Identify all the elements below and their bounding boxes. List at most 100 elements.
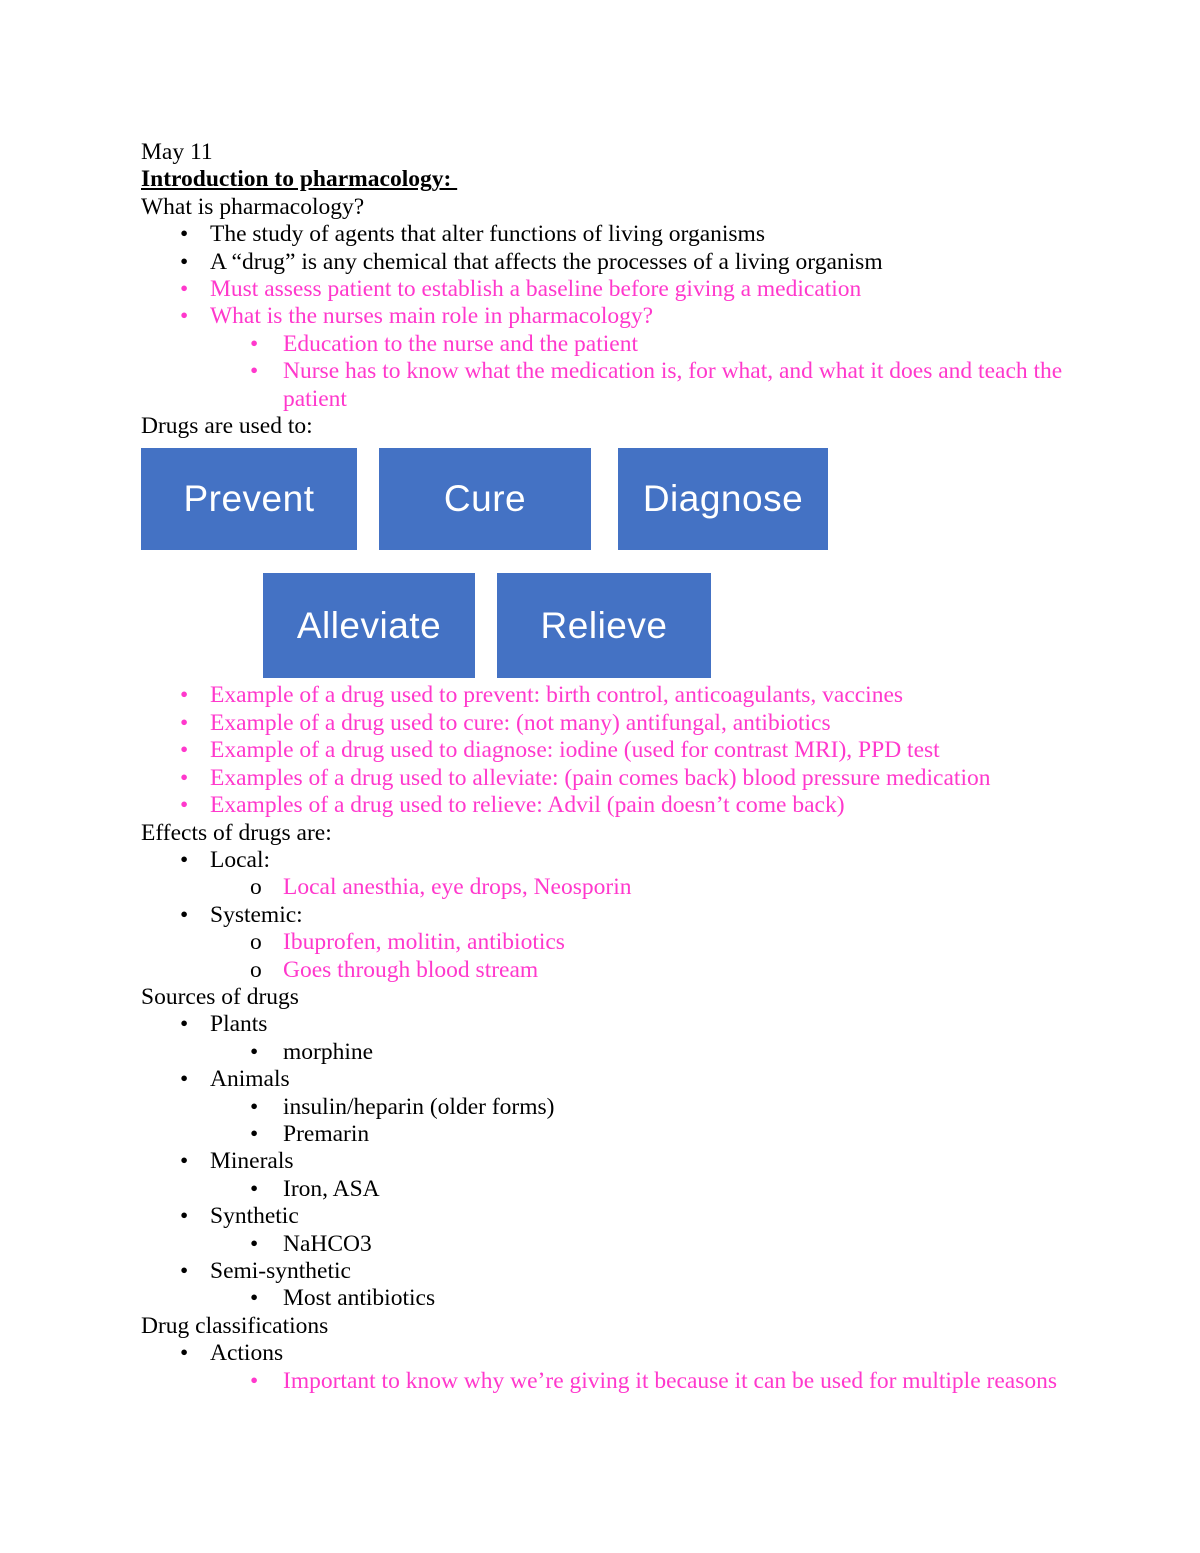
bullet-icon: • bbox=[180, 792, 189, 819]
classifications-label: Drug classifications bbox=[141, 1312, 329, 1339]
list-item: • What is the nurses main role in pharma… bbox=[141, 303, 1091, 330]
list-item: o Goes through blood stream bbox=[141, 957, 1091, 984]
list-item-label: Iron, ASA bbox=[283, 1175, 380, 1202]
list-item: • Education to the nurse and the patient bbox=[141, 331, 1091, 358]
circle-bullet-icon: o bbox=[250, 956, 262, 983]
circle-bullet-icon: o bbox=[250, 874, 262, 901]
list-item-label: Example of a drug used to cure: (not man… bbox=[210, 709, 831, 736]
list-item: • Examples of a drug used to relieve: Ad… bbox=[141, 792, 1091, 819]
list-item-label: NaHCO3 bbox=[283, 1230, 372, 1257]
list-item-label: The study of agents that alter functions… bbox=[210, 221, 765, 248]
list-item-label: Minerals bbox=[210, 1148, 294, 1175]
bullet-icon: • bbox=[180, 737, 189, 764]
list-item-label: Local: bbox=[210, 846, 271, 873]
list-item: • Plants bbox=[141, 1011, 1091, 1038]
example-bullet-list: • Example of a drug used to prevent: bir… bbox=[141, 682, 1091, 819]
list-item-label: Plants bbox=[210, 1011, 268, 1038]
bullet-icon: • bbox=[180, 221, 189, 248]
list-item: • Must assess patient to establish a bas… bbox=[141, 276, 1091, 303]
list-item-label: insulin/heparin (older forms) bbox=[283, 1093, 555, 1120]
list-item-label: Examples of a drug used to relieve: Advi… bbox=[210, 792, 845, 819]
list-item: • Animals bbox=[141, 1066, 1091, 1093]
bullet-icon: • bbox=[250, 1120, 259, 1147]
bullet-icon: • bbox=[180, 846, 189, 873]
diagram-box-label: Cure bbox=[443, 478, 527, 520]
list-item-label: Examples of a drug used to alleviate: (p… bbox=[210, 764, 991, 791]
list-item-label: morphine bbox=[283, 1038, 374, 1065]
list-item: • Nurse has to know what the medication … bbox=[141, 358, 1091, 413]
bullet-icon: • bbox=[180, 709, 189, 736]
list-item-label: Local anesthia, eye drops, Neosporin bbox=[283, 874, 632, 901]
effects-label: Effects of drugs are: bbox=[141, 819, 332, 846]
bullet-icon: • bbox=[180, 248, 189, 275]
list-item: • Examples of a drug used to alleviate: … bbox=[141, 765, 1091, 792]
list-item-label: What is the nurses main role in pharmaco… bbox=[210, 303, 654, 330]
list-item: • Important to know why we’re giving it … bbox=[141, 1368, 1091, 1395]
intro-bullet-list: • The study of agents that alter functio… bbox=[141, 221, 1091, 413]
sources-bullet-list: • Plants • morphine • Animals • insulin/… bbox=[141, 1011, 1091, 1312]
list-item: • Actions bbox=[141, 1340, 1091, 1367]
page-title: Introduction to pharmacology: bbox=[141, 166, 458, 193]
list-item: • insulin/heparin (older forms) bbox=[141, 1094, 1091, 1121]
drugs-used-to-label: Drugs are used to: bbox=[141, 413, 313, 440]
list-item-label: Ibuprofen, molitin, antibiotics bbox=[283, 929, 565, 956]
list-item: • Premarin bbox=[141, 1121, 1091, 1148]
list-item-label: Must assess patient to establish a basel… bbox=[210, 276, 862, 303]
diagram-box-prevent: Prevent bbox=[141, 448, 357, 551]
intro-question: What is pharmacology? bbox=[141, 193, 365, 220]
document-body: May 11 Introduction to pharmacology: Wha… bbox=[141, 139, 1091, 1395]
circle-bullet-icon: o bbox=[250, 929, 262, 956]
list-item-label: Semi-synthetic bbox=[210, 1258, 351, 1284]
bullet-icon: • bbox=[180, 1203, 189, 1230]
list-item: • NaHCO3 bbox=[141, 1231, 1091, 1258]
diagram-box-relieve: Relieve bbox=[497, 573, 711, 679]
bullet-icon: • bbox=[180, 764, 189, 791]
list-item: • Iron, ASA bbox=[141, 1176, 1091, 1203]
bullet-icon: • bbox=[250, 1230, 259, 1257]
drug-purposes-diagram: Prevent Cure Diagnose Alleviate Relieve bbox=[141, 444, 1091, 682]
bullet-icon: • bbox=[250, 1093, 259, 1120]
classifications-bullet-list: • Actions • Important to know why we’re … bbox=[141, 1340, 1091, 1395]
diagram-box-label: Alleviate bbox=[296, 604, 442, 646]
section-heading-row: Introduction to pharmacology: bbox=[141, 166, 1091, 193]
list-item: • Local: bbox=[141, 847, 1091, 874]
bullet-icon: • bbox=[250, 1038, 259, 1065]
bullet-icon: • bbox=[250, 1285, 259, 1312]
list-item-label: Premarin bbox=[283, 1120, 370, 1147]
bullet-icon: • bbox=[180, 1258, 189, 1284]
list-item: • The study of agents that alter functio… bbox=[141, 221, 1091, 248]
list-item: • morphine bbox=[141, 1039, 1091, 1066]
bullet-icon: • bbox=[250, 1175, 259, 1202]
diagram-box-label: Relieve bbox=[540, 604, 668, 646]
date-line: May 11 bbox=[141, 139, 213, 165]
diagram-box-diagnose: Diagnose bbox=[618, 448, 828, 551]
bullet-icon: • bbox=[180, 1011, 189, 1038]
list-item: • Most antibiotics bbox=[141, 1285, 1091, 1312]
list-item-label: Synthetic bbox=[210, 1203, 299, 1230]
list-item-label: Goes through blood stream bbox=[283, 956, 539, 983]
list-item: o Ibuprofen, molitin, antibiotics bbox=[141, 929, 1091, 956]
list-item-label: Example of a drug used to prevent: birth… bbox=[210, 682, 904, 709]
list-item-label: Most antibiotics bbox=[283, 1285, 436, 1312]
bullet-icon: • bbox=[180, 303, 189, 330]
list-item: • Systemic: bbox=[141, 902, 1091, 929]
diagram-box-alleviate: Alleviate bbox=[263, 573, 475, 679]
bullet-icon: • bbox=[180, 682, 189, 709]
list-item-label: Systemic: bbox=[210, 901, 303, 928]
list-item: • Example of a drug used to prevent: bir… bbox=[141, 682, 1091, 709]
list-item-label: Education to the nurse and the patient bbox=[283, 330, 639, 357]
list-item: • Example of a drug used to diagnose: io… bbox=[141, 737, 1091, 764]
effects-bullet-list: • Local: o Local anesthia, eye drops, Ne… bbox=[141, 847, 1091, 984]
bullet-icon: • bbox=[250, 358, 259, 385]
bullet-icon: • bbox=[180, 901, 189, 928]
bullet-icon: • bbox=[180, 1066, 189, 1093]
diagram-box-cure: Cure bbox=[379, 448, 591, 551]
list-item-label: Nurse has to know what the medication is… bbox=[283, 358, 1063, 412]
bullet-icon: • bbox=[180, 276, 189, 303]
list-item-label: Actions bbox=[210, 1340, 284, 1367]
bullet-icon: • bbox=[250, 1367, 259, 1394]
sources-label: Sources of drugs bbox=[141, 983, 299, 1010]
diagram-box-label: Prevent bbox=[183, 478, 315, 520]
diagram-box-label: Diagnose bbox=[642, 478, 804, 520]
bullet-icon: • bbox=[250, 330, 259, 357]
